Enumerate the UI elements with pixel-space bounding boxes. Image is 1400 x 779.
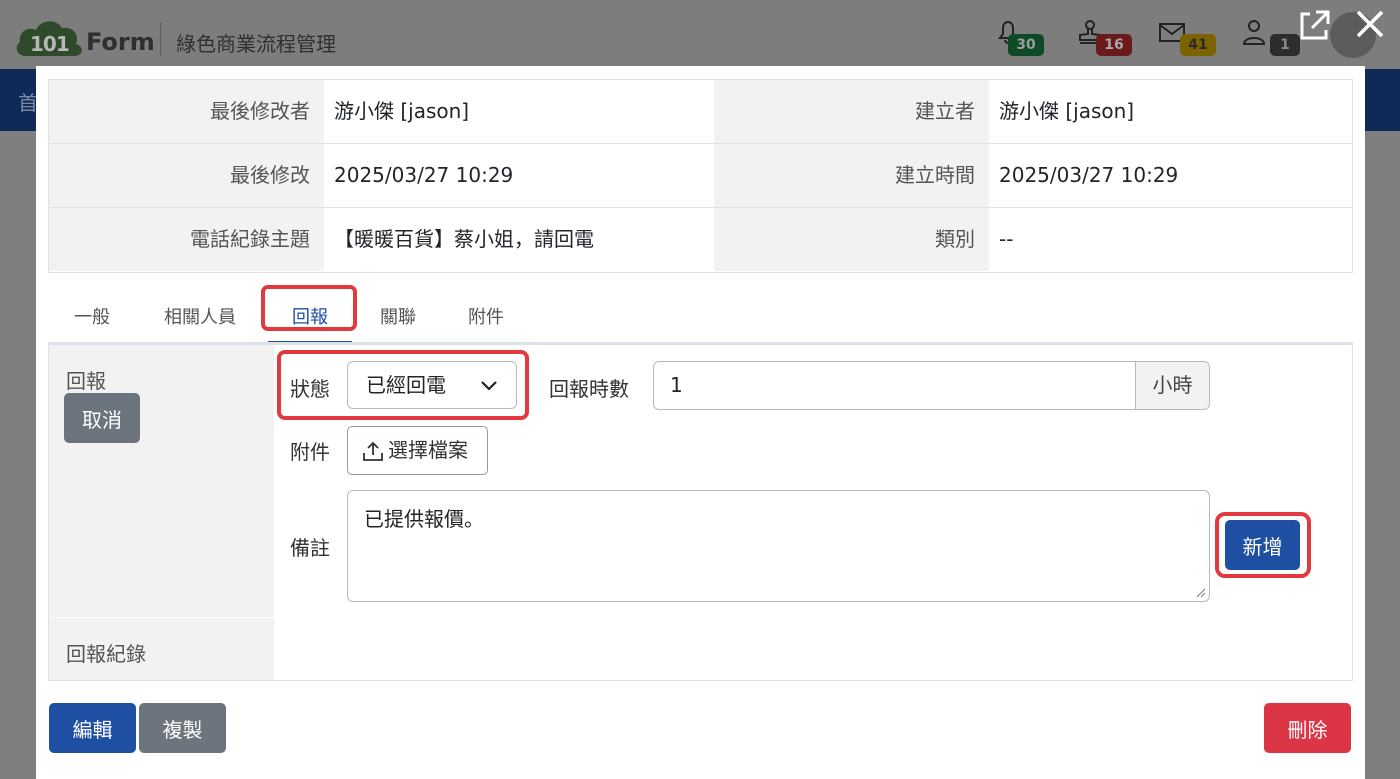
last-modified-value: 2025/03/27 10:29 bbox=[334, 163, 514, 187]
app-logo[interactable]: 101 Form bbox=[14, 14, 155, 60]
last-modifier-label: 最後修改者 bbox=[49, 80, 324, 143]
report-panel: 回報 取消 回報紀錄 狀態 已經回電 回報時數 1 小時 附件 選擇檔案 備註 bbox=[48, 345, 1353, 681]
choose-file-label: 選擇檔案 bbox=[388, 438, 468, 462]
info-row: 最後修改者 游小傑 [jason] 建立者 游小傑 [jason] bbox=[49, 80, 1352, 144]
hours-unit-addon: 小時 bbox=[1135, 361, 1210, 410]
mail-count-badge: 41 bbox=[1180, 34, 1216, 56]
record-info-table: 最後修改者 游小傑 [jason] 建立者 游小傑 [jason] 最後修改 2… bbox=[48, 79, 1353, 273]
notification-approval[interactable]: 16 bbox=[1076, 14, 1136, 60]
record-detail-modal: 最後修改者 游小傑 [jason] 建立者 游小傑 [jason] 最後修改 2… bbox=[36, 66, 1365, 779]
creator-value: 游小傑 [jason] bbox=[999, 99, 1135, 123]
tab-links[interactable]: 關聯 bbox=[368, 292, 428, 344]
report-side-label: 回報 bbox=[66, 369, 106, 393]
user-icon bbox=[1242, 20, 1266, 45]
report-hours-group: 1 小時 bbox=[653, 361, 1210, 410]
logo-text: Form bbox=[86, 28, 155, 56]
cancel-button[interactable]: 取消 bbox=[64, 393, 140, 443]
info-row: 最後修改 2025/03/27 10:29 建立時間 2025/03/27 10… bbox=[49, 144, 1352, 208]
category-label: 類別 bbox=[714, 208, 989, 271]
edit-button[interactable]: 編輯 bbox=[49, 703, 136, 753]
choose-file-button[interactable]: 選擇檔案 bbox=[347, 426, 488, 475]
notification-user[interactable]: 1 bbox=[1240, 14, 1300, 60]
app-title: 綠色商業流程管理 bbox=[176, 32, 336, 56]
report-side-cell: 回報 取消 bbox=[49, 345, 274, 617]
notification-mail[interactable]: 41 bbox=[1158, 14, 1218, 60]
category-value: -- bbox=[999, 227, 1014, 251]
created-time-value: 2025/03/27 10:29 bbox=[999, 163, 1179, 187]
notification-bell[interactable]: 30 bbox=[994, 14, 1054, 60]
last-modifier-value: 游小傑 [jason] bbox=[334, 99, 470, 123]
note-label: 備註 bbox=[290, 536, 330, 560]
creator-label: 建立者 bbox=[714, 80, 989, 143]
app-header: 101 Form 綠色商業流程管理 30 16 41 1 bbox=[0, 0, 1400, 69]
delete-button[interactable]: 刪除 bbox=[1264, 703, 1351, 753]
upload-icon bbox=[363, 441, 383, 461]
copy-button[interactable]: 複製 bbox=[139, 703, 226, 753]
created-time-label: 建立時間 bbox=[714, 144, 989, 207]
last-modified-label: 最後修改 bbox=[49, 144, 324, 207]
note-text: 已提供報價。 bbox=[364, 507, 484, 531]
info-row: 電話紀錄主題 【暖暖百貨】蔡小姐，請回電 類別 -- bbox=[49, 208, 1352, 272]
nav-item-home[interactable]: 首 bbox=[18, 87, 38, 116]
attachment-label: 附件 bbox=[290, 440, 330, 464]
close-icon[interactable] bbox=[1350, 4, 1390, 44]
report-hours-label: 回報時數 bbox=[549, 377, 629, 401]
header-divider bbox=[160, 22, 161, 56]
resize-handle-icon[interactable] bbox=[1196, 588, 1206, 598]
subject-label: 電話紀錄主題 bbox=[49, 208, 324, 271]
report-records-label: 回報紀錄 bbox=[66, 642, 146, 666]
tab-attachments[interactable]: 附件 bbox=[456, 292, 516, 344]
tab-highlight-box bbox=[261, 285, 357, 331]
report-records-cell: 回報紀錄 bbox=[49, 618, 274, 680]
tab-related-people[interactable]: 相關人員 bbox=[152, 292, 248, 344]
status-highlight-box bbox=[277, 350, 529, 420]
logo-number: 101 bbox=[30, 32, 70, 56]
subject-value: 【暖暖百貨】蔡小姐，請回電 bbox=[334, 227, 594, 251]
bell-count-badge: 30 bbox=[1008, 34, 1044, 56]
report-hours-input[interactable]: 1 bbox=[653, 361, 1136, 410]
tab-general[interactable]: 一般 bbox=[62, 292, 122, 344]
approval-count-badge: 16 bbox=[1096, 34, 1132, 56]
record-tabs: 一般 相關人員 回報 關聯 附件 bbox=[48, 276, 1353, 344]
add-highlight-box bbox=[1215, 512, 1311, 578]
note-textarea[interactable]: 已提供報價。 bbox=[347, 490, 1210, 602]
open-external-icon[interactable] bbox=[1296, 8, 1332, 44]
